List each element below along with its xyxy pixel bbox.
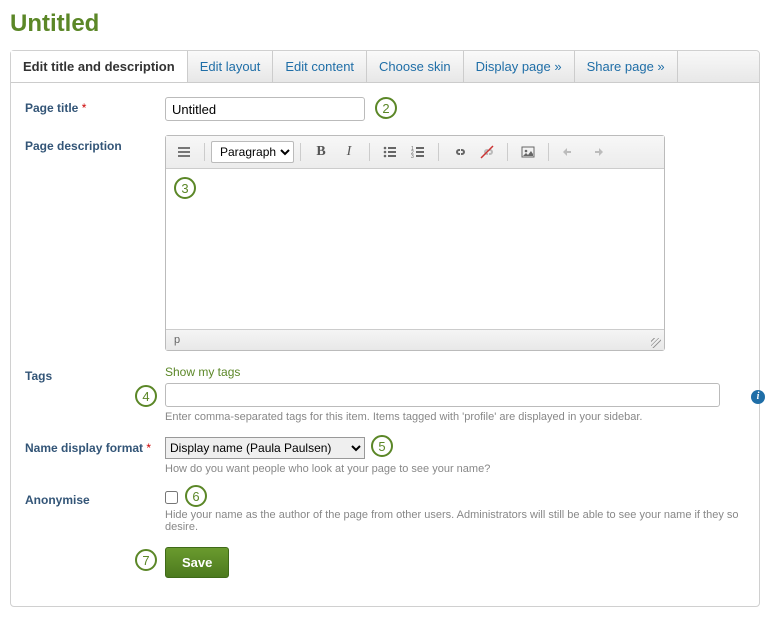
editor-status-bar: p xyxy=(166,329,664,350)
title-label: Page title * xyxy=(25,97,165,115)
callout-7: 7 xyxy=(135,549,157,571)
tab-panel: Edit title and description Edit layout E… xyxy=(10,50,760,607)
tags-label: Tags xyxy=(25,365,165,383)
callout-2: 2 xyxy=(375,97,397,119)
name-format-help: How do you want people who look at your … xyxy=(165,463,745,475)
callout-5: 5 xyxy=(371,435,393,457)
tabs-bar: Edit title and description Edit layout E… xyxy=(11,51,759,83)
link-icon[interactable] xyxy=(445,140,473,164)
resize-handle-icon[interactable] xyxy=(651,338,661,348)
info-icon[interactable]: i xyxy=(751,390,765,404)
form: Page title * 2 Page description xyxy=(11,83,759,606)
page-title: Untitled xyxy=(10,10,760,38)
numbered-list-icon[interactable]: 123 xyxy=(404,140,432,164)
rich-text-editor: Paragraph B I 123 xyxy=(165,135,665,351)
bullet-list-icon[interactable] xyxy=(376,140,404,164)
svg-text:3: 3 xyxy=(411,154,414,160)
undo-icon[interactable] xyxy=(555,140,583,164)
save-button[interactable]: Save xyxy=(165,547,229,578)
redo-icon[interactable] xyxy=(583,140,611,164)
tab-choose-skin[interactable]: Choose skin xyxy=(367,51,464,82)
tags-help-text: Enter comma-separated tags for this item… xyxy=(165,411,745,423)
tab-display-page[interactable]: Display page » xyxy=(464,51,575,82)
editor-path: p xyxy=(174,334,180,346)
callout-3: 3 xyxy=(174,177,196,199)
tab-share-page[interactable]: Share page » xyxy=(575,51,678,82)
image-icon[interactable] xyxy=(514,140,542,164)
anonymise-help: Hide your name as the author of the page… xyxy=(165,509,745,533)
name-format-select[interactable]: Display name (Paula Paulsen) xyxy=(165,437,365,459)
anonymise-label: Anonymise xyxy=(25,489,165,507)
callout-4: 4 xyxy=(135,385,157,407)
tab-edit-content[interactable]: Edit content xyxy=(273,51,367,82)
description-label: Page description xyxy=(25,135,165,153)
unlink-icon[interactable] xyxy=(473,140,501,164)
tags-input[interactable] xyxy=(165,383,720,407)
italic-icon[interactable]: I xyxy=(335,140,363,164)
tab-edit-title[interactable]: Edit title and description xyxy=(11,51,188,82)
editor-textarea[interactable]: 3 xyxy=(166,169,664,329)
format-select[interactable]: Paragraph xyxy=(211,141,294,163)
page-title-input[interactable] xyxy=(165,97,365,121)
tab-edit-layout[interactable]: Edit layout xyxy=(188,51,274,82)
bold-icon[interactable]: B xyxy=(307,140,335,164)
name-format-label: Name display format * xyxy=(25,437,165,455)
toolbar-toggle-icon[interactable] xyxy=(170,140,198,164)
show-my-tags-link[interactable]: Show my tags xyxy=(165,365,240,379)
anonymise-checkbox[interactable] xyxy=(165,491,178,504)
editor-toolbar: Paragraph B I 123 xyxy=(166,136,664,169)
callout-6: 6 xyxy=(185,485,207,507)
